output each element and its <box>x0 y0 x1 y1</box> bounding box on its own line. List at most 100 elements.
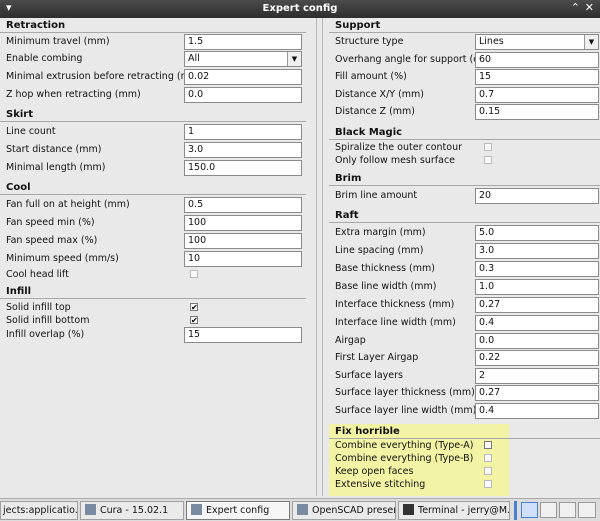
overhang-angle-input[interactable]: 60 <box>475 52 599 68</box>
taskbar-item-projects[interactable]: jects:applicatio... <box>0 501 78 520</box>
close-icon[interactable]: ✕ <box>585 1 594 14</box>
row-minimal-extrusion: Minimal extrusion before retracting (mm)… <box>6 69 306 85</box>
label-distance-z: Distance Z (mm) <box>335 106 416 117</box>
taskbar-item-cura[interactable]: Cura - 15.02.1 <box>80 501 184 520</box>
label-fan-full: Fan full on at height (mm) <box>6 199 130 210</box>
section-title-infill: Infill <box>6 286 32 297</box>
taskbar-item-label: Cura - 15.02.1 <box>100 505 169 516</box>
label-surface-layers: Surface layers <box>335 370 403 381</box>
structure-type-select[interactable]: Lines ▼ <box>475 34 599 50</box>
label-interface-line-width: Interface line width (mm) <box>335 317 456 328</box>
base-line-width-input[interactable]: 1.0 <box>475 279 599 295</box>
mesh-surface-checkbox[interactable] <box>484 156 492 164</box>
surface-line-width-input[interactable]: 0.4 <box>475 403 599 419</box>
minimum-travel-input[interactable]: 1.5 <box>184 34 302 50</box>
fan-max-input[interactable]: 100 <box>184 233 302 249</box>
dropdown-arrow-icon[interactable]: ▼ <box>584 35 598 49</box>
extra-margin-input[interactable]: 5.0 <box>475 225 599 241</box>
minimize-icon[interactable]: ⌃ <box>571 1 580 14</box>
line-count-input[interactable]: 1 <box>184 124 302 140</box>
taskbar-item-terminal[interactable]: Terminal - jerry@M... <box>398 501 510 520</box>
fan-min-input[interactable]: 100 <box>184 215 302 231</box>
label-start-distance: Start distance (mm) <box>6 144 102 155</box>
enable-combing-select[interactable]: All ▼ <box>184 51 302 67</box>
label-solid-infill-top: Solid infill top <box>6 302 71 313</box>
airgap-input[interactable]: 0.0 <box>475 333 599 349</box>
taskbar-item-expert-config[interactable]: Expert config <box>186 501 290 520</box>
distance-xy-input[interactable]: 0.7 <box>475 87 599 103</box>
row-interface-line-width: Interface line width (mm) 0.4 <box>335 315 600 331</box>
row-structure-type: Structure type Lines ▼ <box>335 34 600 50</box>
section-divider <box>329 32 600 33</box>
cool-head-lift-checkbox[interactable] <box>190 270 198 278</box>
section-divider <box>0 32 306 33</box>
right-column: Support Structure type Lines ▼ Overhang … <box>329 18 600 494</box>
section-divider <box>329 222 600 223</box>
minimum-speed-input[interactable]: 10 <box>184 251 302 267</box>
minimal-extrusion-input[interactable]: 0.02 <box>184 69 302 85</box>
base-thickness-input[interactable]: 0.3 <box>475 261 599 277</box>
spiralize-checkbox[interactable] <box>484 143 492 151</box>
dropdown-arrow-icon[interactable]: ▼ <box>287 52 301 66</box>
taskbar: jects:applicatio... Cura - 15.02.1 Exper… <box>0 498 600 521</box>
taskbar-separator <box>514 501 517 520</box>
label-base-line-width: Base line width (mm) <box>335 281 437 292</box>
label-base-thickness: Base thickness (mm) <box>335 263 435 274</box>
surface-layers-input[interactable]: 2 <box>475 368 599 384</box>
first-layer-airgap-input[interactable]: 0.22 <box>475 350 599 366</box>
row-fan-min: Fan speed min (%) 100 <box>6 215 306 231</box>
row-extra-margin: Extra margin (mm) 5.0 <box>335 225 600 241</box>
workspace-4-button[interactable] <box>578 502 596 518</box>
start-distance-input[interactable]: 3.0 <box>184 142 302 158</box>
label-surface-thickness: Surface layer thickness (mm) <box>335 387 475 398</box>
workspace-1-button[interactable] <box>521 502 538 518</box>
label-airgap: Airgap <box>335 335 366 346</box>
line-spacing-input[interactable]: 3.0 <box>475 243 599 259</box>
section-divider <box>0 298 306 299</box>
surface-thickness-input[interactable]: 0.27 <box>475 385 599 401</box>
row-cool-head-lift: Cool head lift <box>6 267 306 283</box>
interface-line-width-input[interactable]: 0.4 <box>475 315 599 331</box>
brim-amount-input[interactable]: 20 <box>475 188 599 204</box>
enable-combing-value: All <box>188 53 200 64</box>
section-title-support: Support <box>335 20 381 31</box>
row-airgap: Airgap 0.0 <box>335 333 600 349</box>
label-z-hop: Z hop when retracting (mm) <box>6 89 141 100</box>
window-title: Expert config <box>262 3 338 14</box>
taskbar-item-label: jects:applicatio... <box>3 505 78 516</box>
row-fill-amount: Fill amount (%) 15 <box>335 69 600 85</box>
workspace-2-button[interactable] <box>540 502 557 518</box>
z-hop-input[interactable]: 0.0 <box>184 87 302 103</box>
label-minimum-travel: Minimum travel (mm) <box>6 36 110 47</box>
solid-infill-top-checkbox[interactable]: ✔ <box>190 303 198 312</box>
combine-type-b-checkbox[interactable] <box>484 454 492 462</box>
row-base-thickness: Base thickness (mm) 0.3 <box>335 261 600 277</box>
distance-z-input[interactable]: 0.15 <box>475 104 599 120</box>
fan-full-input[interactable]: 0.5 <box>184 197 302 213</box>
label-fan-min: Fan speed min (%) <box>6 217 95 228</box>
row-surface-thickness: Surface layer thickness (mm) 0.27 <box>335 385 600 401</box>
solid-infill-bottom-checkbox[interactable]: ✔ <box>190 316 198 325</box>
section-title-raft: Raft <box>335 210 359 221</box>
section-title-skirt: Skirt <box>6 109 33 120</box>
taskbar-item-openscad[interactable]: OpenSCAD present... <box>292 501 396 520</box>
workspace-3-button[interactable] <box>559 502 576 518</box>
row-fan-full: Fan full on at height (mm) 0.5 <box>6 197 306 213</box>
interface-thickness-input[interactable]: 0.27 <box>475 297 599 313</box>
infill-overlap-input[interactable]: 15 <box>184 327 302 343</box>
label-line-spacing: Line spacing (mm) <box>335 245 424 256</box>
extensive-stitching-checkbox[interactable] <box>484 480 492 488</box>
row-brim-amount: Brim line amount 20 <box>335 188 600 204</box>
section-divider <box>0 121 306 122</box>
minimal-length-input[interactable]: 150.0 <box>184 160 302 176</box>
combine-type-a-checkbox[interactable] <box>484 441 492 449</box>
fill-amount-input[interactable]: 15 <box>475 69 599 85</box>
label-infill-overlap: Infill overlap (%) <box>6 329 85 340</box>
row-minimum-speed: Minimum speed (mm/s) 10 <box>6 251 306 267</box>
row-enable-combing: Enable combing All ▼ <box>6 51 306 67</box>
keep-open-faces-checkbox[interactable] <box>484 467 492 475</box>
row-distance-xy: Distance X/Y (mm) 0.7 <box>335 87 600 103</box>
section-title-fix-horrible: Fix horrible <box>335 426 400 437</box>
structure-type-value: Lines <box>479 36 504 47</box>
terminal-app-icon <box>403 504 414 515</box>
